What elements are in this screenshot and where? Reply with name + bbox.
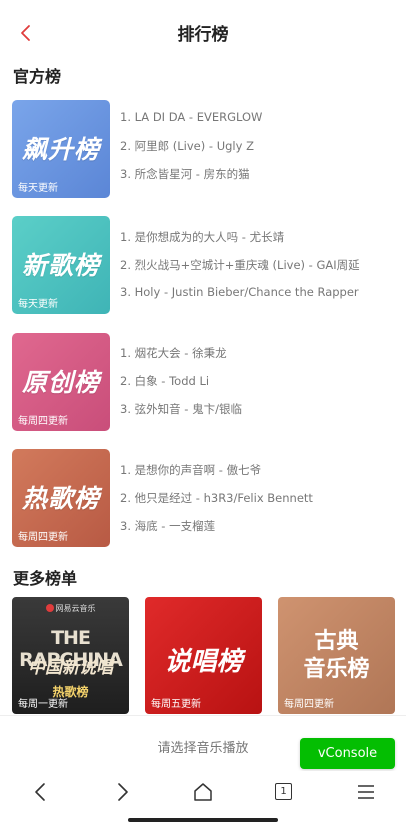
brand-label: 网易云音乐 — [12, 603, 129, 614]
list-item[interactable]: 3. Holy - Justin Bieber/Chance the Rappe… — [120, 285, 359, 299]
browser-home-button[interactable] — [191, 781, 215, 803]
browser-nav-bar: 1 — [0, 771, 406, 831]
list-item[interactable]: 3. 弦外知音 - 鬼卞/银临 — [120, 401, 242, 417]
chevron-right-icon — [118, 783, 128, 801]
list-item[interactable]: 2. 他只是经过 - h3R3/Felix Bennett — [120, 490, 313, 506]
list-item[interactable]: 2. 白象 - Todd Li — [120, 373, 209, 389]
list-item[interactable]: 2. 阿里郎 (Live) - Ugly Z — [120, 138, 254, 154]
page-title: 排行榜 — [177, 25, 229, 45]
card-art-title: 说唱榜 — [164, 647, 243, 677]
header-bar: 排行榜 — [0, 0, 406, 62]
card-art-title: 飙升榜 — [21, 135, 100, 164]
tabs-icon: 1 — [275, 783, 292, 800]
vconsole-button[interactable]: vConsole — [300, 738, 395, 769]
card-art-title: 热歌榜 — [21, 484, 100, 513]
rank-card-soaring[interactable]: 飙升榜 每天更新 — [12, 100, 110, 198]
show-title: 中国新说唱 — [28, 658, 113, 678]
list-item[interactable]: 3. 所念皆星河 - 房东的猫 — [120, 166, 250, 182]
rank-card-new-songs[interactable]: 新歌榜 每天更新 — [12, 216, 110, 314]
browser-menu-button[interactable] — [354, 781, 378, 803]
list-item[interactable]: 1. 是想你的声音啊 - 傲七爷 — [120, 462, 261, 478]
card-art-title: 原创榜 — [21, 368, 100, 397]
browser-tabs-button[interactable]: 1 — [272, 781, 296, 803]
section-title-official: 官方榜 — [13, 67, 62, 86]
list-item[interactable]: 1. 烟花大会 - 徐秉龙 — [120, 345, 227, 361]
list-item[interactable]: 3. 海底 - 一支榴莲 — [120, 518, 215, 534]
home-icon — [194, 783, 212, 801]
more-card-rapchina[interactable]: 网易云音乐 THE RAPCHINA 中国新说唱 热歌榜 每周一更新 — [12, 597, 129, 714]
card-art-title-line2: 音乐榜 — [303, 657, 370, 682]
update-frequency: 每周一更新 — [18, 699, 68, 710]
card-art-title: 新歌榜 — [21, 251, 100, 280]
chevron-left-icon — [35, 783, 45, 801]
browser-forward-button[interactable] — [110, 781, 134, 803]
more-card-classical[interactable]: 古典 音乐榜 每周四更新 — [278, 597, 395, 714]
rank-card-original[interactable]: 原创榜 每周四更新 — [12, 333, 110, 431]
update-frequency: 每天更新 — [18, 299, 58, 310]
update-frequency: 每周五更新 — [151, 699, 201, 710]
update-frequency: 每周四更新 — [18, 532, 68, 543]
netease-logo-icon — [45, 604, 54, 612]
browser-back-button[interactable] — [29, 781, 53, 803]
update-frequency: 每天更新 — [18, 183, 58, 194]
menu-icon — [358, 785, 374, 799]
list-item[interactable]: 2. 烈火战马+空城计+重庆魂 (Live) - GAI周延 — [120, 257, 360, 273]
update-frequency: 每周四更新 — [284, 699, 334, 710]
more-card-rap[interactable]: 说唱榜 每周五更新 — [145, 597, 262, 714]
rank-card-hot-songs[interactable]: 热歌榜 每周四更新 — [12, 449, 110, 547]
list-item[interactable]: 1. LA DI DA - EVERGLOW — [120, 110, 262, 124]
section-title-more: 更多榜单 — [13, 569, 78, 588]
list-item[interactable]: 1. 是你想成为的大人吗 - 尤长靖 — [120, 229, 284, 245]
home-indicator — [128, 818, 278, 822]
update-frequency: 每周四更新 — [18, 416, 68, 427]
